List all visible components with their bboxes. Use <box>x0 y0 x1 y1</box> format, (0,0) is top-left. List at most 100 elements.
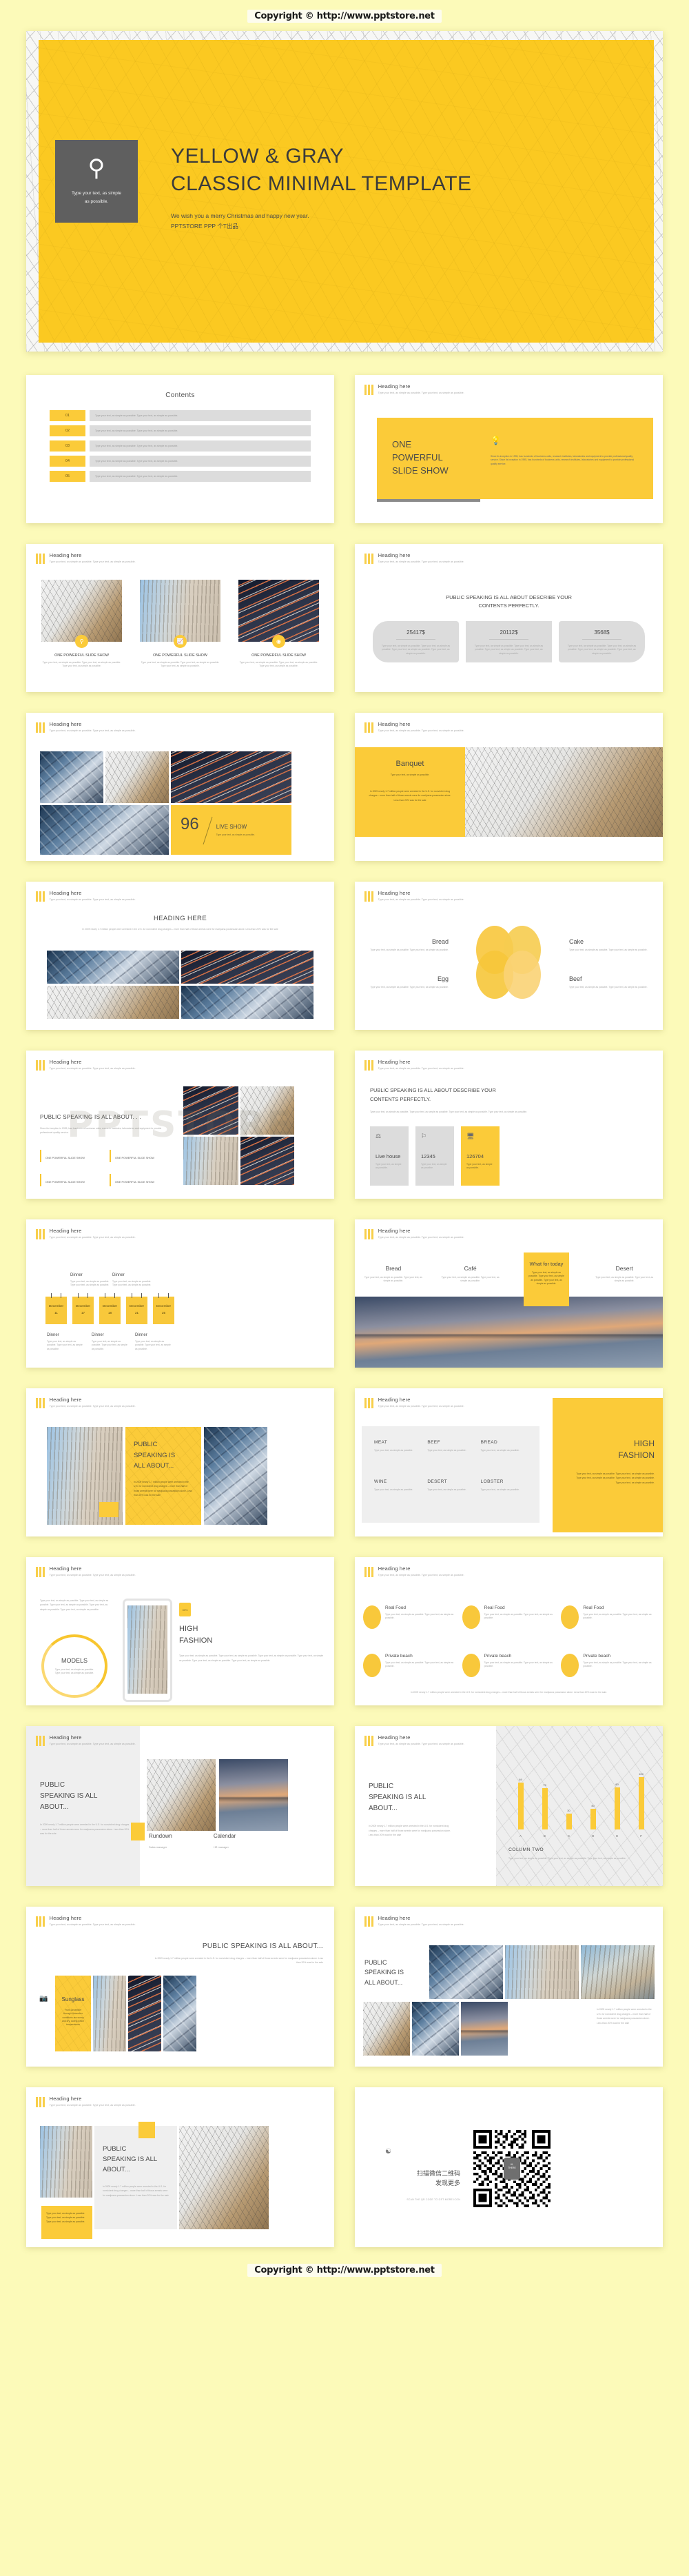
slide-high-fashion-menu[interactable]: Heading here Type your text, as simple a… <box>355 1388 663 1537</box>
slide-header: Heading here Type your text, as simple a… <box>364 1565 464 1577</box>
header-bars-icon <box>364 552 373 564</box>
slide-heading-grid[interactable]: Heading here Type your text, as simple a… <box>26 882 334 1030</box>
calendar-top-item[interactable]: Dinner Type your text, as simple as poss… <box>112 1273 152 1288</box>
list-item[interactable]: 01 Type your text, as simple as possible.… <box>50 410 311 421</box>
slide-mosaic[interactable]: Heading here Type your text, as simple a… <box>355 1907 663 2067</box>
calendar-note[interactable]: December 11 <box>45 1293 67 1324</box>
list-item[interactable]: 04 Type your text, as simple as possible.… <box>50 456 311 467</box>
slide-header: Heading here Type your text, as simple a… <box>36 1228 136 1239</box>
menu-cell[interactable]: BREAD Type your text, as simple as possib… <box>481 1440 527 1470</box>
menu-item[interactable]: Desert Type your text, as simple as poss… <box>586 1265 663 1284</box>
card[interactable]: 📈 ONE POWERFUL SLIDE SHOW Type your text… <box>140 580 220 669</box>
price-card[interactable]: 25417$ Type your text, as simple as poss… <box>373 621 459 662</box>
stat-body: Type your text, as simple as possible. <box>376 1163 402 1170</box>
calendar-note[interactable]: December 25 <box>153 1293 174 1324</box>
calendar-note[interactable]: December 18 <box>99 1293 121 1324</box>
calendar-bottom-item[interactable]: Dinner Type your text, as simple as poss… <box>135 1333 171 1351</box>
header-bars-icon <box>36 1397 45 1408</box>
sunglass-image <box>128 1976 161 2051</box>
card-image <box>41 580 122 642</box>
copyright-text-bottom: Copyright © http://www.pptstore.net <box>247 2264 442 2277</box>
circle-item[interactable]: Private beach Type your text, as simple a… <box>462 1654 556 1691</box>
circle-item[interactable]: Private beach Type your text, as simple a… <box>363 1654 457 1691</box>
menu-item-highlight[interactable]: What for today Type your text, as simple… <box>524 1252 569 1306</box>
slide-price-cards[interactable]: Heading here Type your text, as simple a… <box>355 544 663 692</box>
qr-code[interactable]: HI, THERE <box>473 2130 551 2207</box>
venn-item[interactable]: Bread Type your text, as simple as possi… <box>367 938 449 952</box>
list-item[interactable]: 02 Type your text, as simple as possible.… <box>50 425 311 436</box>
slide-stats[interactable]: Heading here Type your text, as simple a… <box>355 1051 663 1199</box>
menu-cell[interactable]: MEAT Type your text, as simple as possibl… <box>374 1440 420 1470</box>
fashion-text: HIGH FASHION Type your text, as simple a… <box>572 1438 655 1485</box>
menu-item[interactable]: Bread Type your text, as simple as possi… <box>355 1265 432 1284</box>
circles-footer: In 2009 nearly 1.7 million people were a… <box>410 1690 608 1694</box>
menu-cell[interactable]: WINE Type your text, as simple as possibl… <box>374 1479 420 1509</box>
about-item[interactable]: ONE POWERFUL SLIDE SHOW <box>110 1150 171 1163</box>
stat-card-highlight[interactable]: 🖥 126704 Type your text, as simple as po… <box>461 1126 500 1186</box>
price-card[interactable]: 3568$ Type your text, as simple as possi… <box>559 621 645 662</box>
team-member[interactable]: Rundown Sales manager <box>149 1833 172 1849</box>
slide-contents[interactable]: Contents 01 Type your text, as simple as … <box>26 375 334 523</box>
price-headline-1: PUBLIC SPEAKING IS ALL ABOUT DESCRIBE YO… <box>446 594 572 600</box>
slide-speaking-panel[interactable]: Heading here Type your text, as simple a… <box>26 1388 334 1537</box>
slide-chart[interactable]: Heading here Type your text, as simple a… <box>355 1726 663 1886</box>
stat-card[interactable]: ⚖ Live house Type your text, as simple a… <box>370 1126 409 1186</box>
circle-title: Real Food <box>484 1605 505 1610</box>
stat-card[interactable]: ⚐ 12345 Type your text, as simple as pos… <box>415 1126 454 1186</box>
slide-one-powerful[interactable]: Heading here Type your text, as simple a… <box>355 375 663 523</box>
slide-qr[interactable]: ☯ 扫描微信二维码 发现更多 SCAN THE QR CODE TO GET M… <box>355 2087 663 2247</box>
menu-cell[interactable]: LOBSTER Type your text, as simple as poss… <box>481 1479 527 1509</box>
venn-item[interactable]: Beef Type your text, as simple as possib… <box>569 975 650 989</box>
slide-calendar[interactable]: Heading here Type your text, as simple a… <box>26 1219 334 1368</box>
slide-header: Heading here Type your text, as simple a… <box>36 1059 136 1071</box>
card[interactable]: ◉ ONE POWERFUL SLIDE SHOW Type your text… <box>238 580 319 669</box>
list-item[interactable]: 03 Type your text, as simple as possible.… <box>50 440 311 452</box>
venn-item[interactable]: Egg Type your text, as simple as possibl… <box>367 975 449 989</box>
slide-circles-grid[interactable]: Heading here Type your text, as simple a… <box>355 1557 663 1705</box>
slide-header: Heading here Type your text, as simple a… <box>364 383 464 395</box>
slide-final-about[interactable]: Heading here Type your text, as simple a… <box>26 2087 334 2247</box>
calendar-bottom-item[interactable]: Dinner Type your text, as simple as poss… <box>47 1333 83 1351</box>
slide-team[interactable]: Heading here Type your text, as simple a… <box>26 1726 334 1886</box>
circle-item[interactable]: Real Food Type your text, as simple as po… <box>462 1605 556 1643</box>
slide-about-list[interactable]: PPTSTORE Heading here Type your text, as… <box>26 1051 334 1199</box>
slide-menu-bridge[interactable]: Heading here Type your text, as simple a… <box>355 1219 663 1368</box>
slide-header: Heading here Type your text, as simple a… <box>36 1734 136 1746</box>
bar-group: 30 <box>566 1769 572 1829</box>
menu-item[interactable]: Café Type your text, as simple as possib… <box>432 1265 509 1284</box>
calendar-note[interactable]: December 17 <box>72 1293 94 1324</box>
hero-slide[interactable]: ⚲ Type your text, as simple as possible.… <box>26 31 663 352</box>
slide-models[interactable]: Heading here Type your text, as simple a… <box>26 1557 334 1705</box>
note-month: December <box>129 1304 145 1308</box>
about-item[interactable]: ONE POWERFUL SLIDE SHOW <box>110 1174 171 1187</box>
calendar-top-item[interactable]: Dinner Type your text, as simple as poss… <box>70 1273 110 1288</box>
team-photo <box>219 1759 288 1831</box>
calendar-note[interactable]: December 21 <box>126 1293 147 1324</box>
bridge-image <box>355 1297 663 1368</box>
team-member[interactable]: Calendar HR manager <box>214 1833 236 1849</box>
venn-item[interactable]: Cake Type your text, as simple as possib… <box>569 938 650 952</box>
menu-cell[interactable]: BEEF Type your text, as simple as possibl… <box>427 1440 473 1470</box>
list-item[interactable]: 05 Type your text, as simple as possible.… <box>50 471 311 482</box>
heading-sub: Type your text, as simple as possible. T… <box>49 729 136 732</box>
slide-three-cards[interactable]: Heading here Type your text, as simple a… <box>26 544 334 692</box>
price-card[interactable]: 20112$ Type your text, as simple as poss… <box>466 621 552 662</box>
slide-sunglass[interactable]: Heading here Type your text, as simple a… <box>26 1907 334 2067</box>
live-show-body: Type your text, as simple as possible. <box>216 833 256 836</box>
card[interactable]: ⚲ ONE POWERFUL SLIDE SHOW Type your text… <box>41 580 122 669</box>
sunglass-body: In 2009 nearly 1.7 million people were a… <box>154 1957 323 1965</box>
about-item[interactable]: ONE POWERFUL SLIDE SHOW <box>40 1150 101 1163</box>
circle-item[interactable]: Real Food Type your text, as simple as po… <box>561 1605 655 1643</box>
about-item[interactable]: ONE POWERFUL SLIDE SHOW <box>40 1174 101 1187</box>
menu-cell[interactable]: DESERT Type your text, as simple as possi… <box>427 1479 473 1509</box>
calendar-bottom-item[interactable]: Dinner Type your text, as simple as poss… <box>92 1333 127 1351</box>
circle-item[interactable]: Real Food Type your text, as simple as po… <box>363 1605 457 1643</box>
mosaic-title: PUBLIC SPEAKING IS ALL ABOUT... <box>364 1958 424 1987</box>
stats-body: Type your text, as simple as possible. T… <box>370 1110 528 1113</box>
sunglass-card[interactable]: Sunglass From December through November … <box>55 1976 91 2051</box>
slide-live-show[interactable]: Heading here Type your text, as simple a… <box>26 713 334 861</box>
circle-item[interactable]: Private beach Type your text, as simple a… <box>561 1654 655 1691</box>
slide-venn[interactable]: Heading here Type your text, as simple a… <box>355 882 663 1030</box>
card-body: Type your text, as simple as possible. T… <box>239 661 318 668</box>
slide-banquet[interactable]: Heading here Type your text, as simple a… <box>355 713 663 861</box>
